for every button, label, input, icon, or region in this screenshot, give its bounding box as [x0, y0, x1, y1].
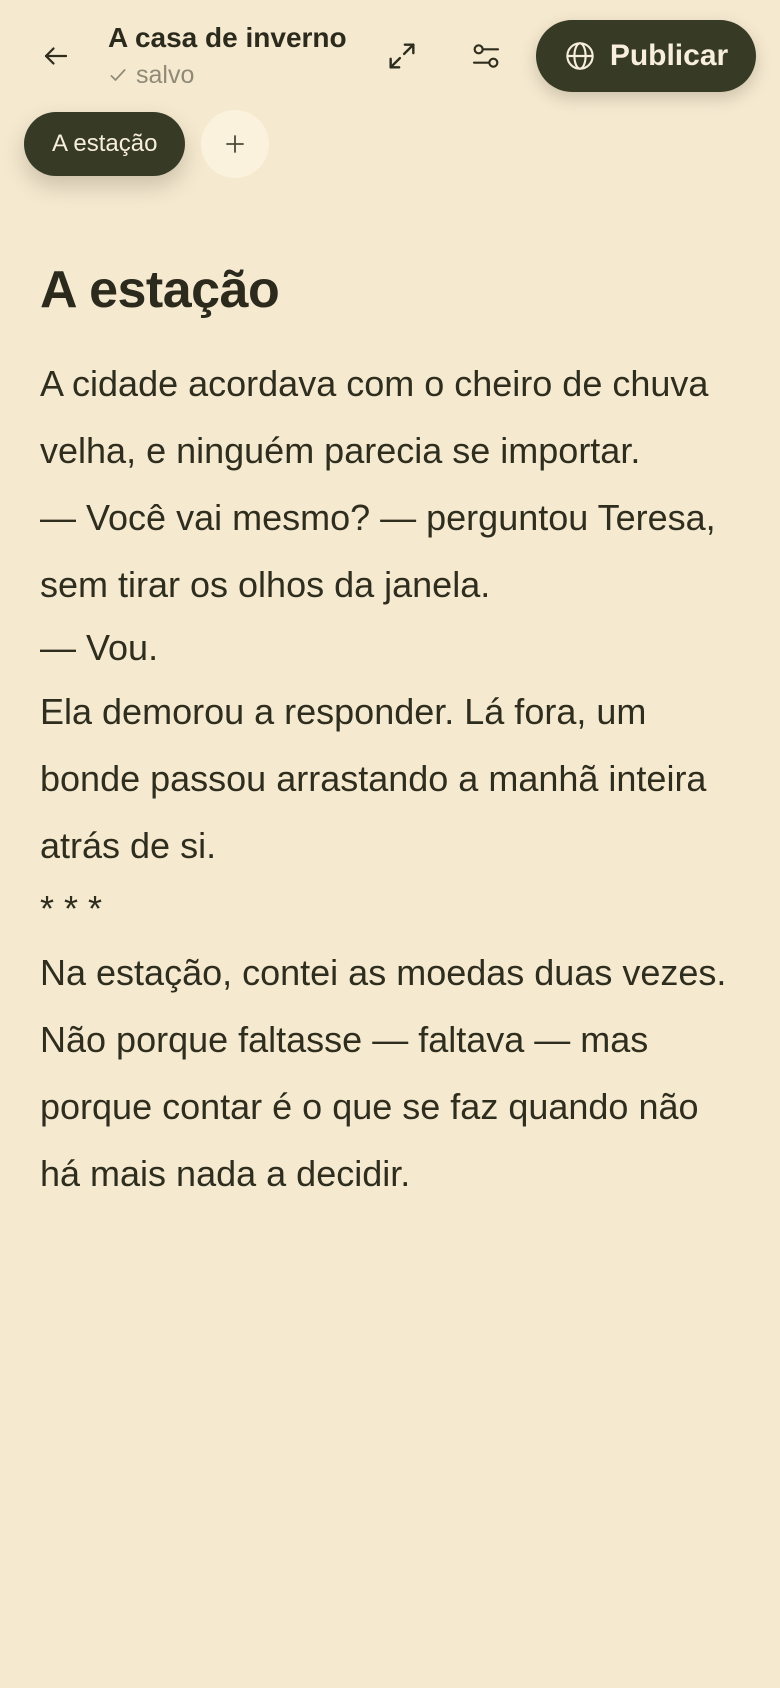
publish-button[interactable]: Publicar [536, 20, 756, 92]
chapter-tabs: A estação [24, 110, 270, 178]
save-status: salvo [108, 60, 368, 90]
sliders-icon [470, 40, 502, 72]
expand-icon [385, 39, 419, 73]
chapter-tab-active[interactable]: A estação [24, 112, 186, 176]
paragraph[interactable]: Na estação, contei as moedas duas vezes.… [40, 939, 740, 1207]
document-title[interactable]: A casa de inverno [108, 20, 368, 56]
paragraph[interactable]: — Você vai mesmo? — perguntou Teresa, se… [40, 484, 740, 618]
top-bar: A casa de inverno salvo Publicar [0, 0, 780, 100]
fullscreen-button[interactable] [380, 34, 424, 78]
settings-button[interactable] [464, 34, 508, 78]
document-title-block: A casa de inverno salvo [108, 20, 368, 90]
plus-icon [223, 132, 247, 156]
check-icon [108, 65, 128, 85]
paragraph[interactable]: A cidade acordava com o cheiro de chuva … [40, 350, 740, 484]
scene-break[interactable]: * * * [40, 879, 740, 939]
paragraph[interactable]: — Vou. [40, 618, 740, 678]
arrow-left-icon [41, 41, 71, 71]
paragraph[interactable]: Ela demorou a responder. Lá fora, um bon… [40, 678, 740, 879]
save-status-label: salvo [136, 61, 195, 89]
chapter-heading[interactable]: A estação [40, 258, 740, 322]
add-chapter-button[interactable] [201, 110, 270, 178]
back-button[interactable] [34, 34, 78, 78]
publish-label: Publicar [609, 39, 729, 72]
globe-icon [564, 40, 596, 72]
editor-content[interactable]: A estação A cidade acordava com o cheiro… [40, 258, 740, 1207]
